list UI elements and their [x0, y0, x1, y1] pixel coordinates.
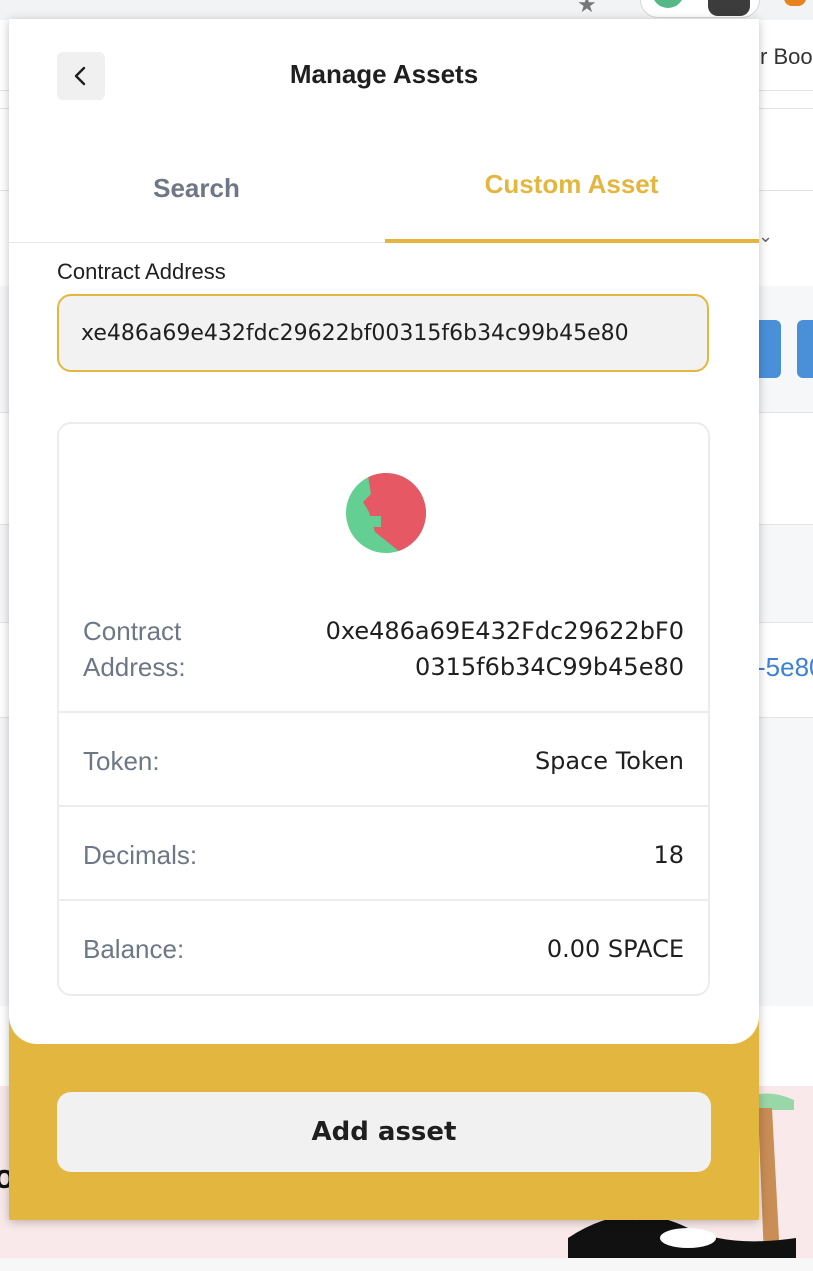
contract-address-row-label: Contract Address: — [83, 613, 186, 685]
row-divider — [59, 899, 708, 901]
row-divider — [59, 711, 708, 713]
add-asset-button[interactable]: Add asset — [57, 1092, 711, 1172]
token-avatar-icon — [346, 473, 426, 553]
contract-address-value: 0xe486a69E432Fdc29622bF0 0315f6b34C99b45… — [326, 613, 684, 685]
tab-custom-asset[interactable]: Custom Asset — [384, 169, 759, 200]
extension-icon-active[interactable] — [708, 0, 750, 16]
bookmark-star-icon[interactable]: ★ — [577, 0, 597, 18]
background-button[interactable] — [797, 320, 813, 378]
tab-search[interactable]: Search — [9, 173, 384, 204]
balance-value: 0.00 SPACE — [546, 935, 684, 963]
token-value: Space Token — [534, 747, 684, 775]
active-tab-indicator — [385, 239, 759, 243]
background-address-link[interactable]: -5e80 — [757, 652, 813, 683]
row-divider — [59, 805, 708, 807]
token-label: Token: — [83, 746, 160, 776]
background-strip — [0, 1258, 813, 1271]
token-details-card: Contract Address: 0xe486a69E432Fdc29622b… — [57, 422, 710, 996]
label-line: Contract — [83, 616, 182, 646]
contract-address-label: Contract Address — [57, 259, 226, 284]
value-line: 0315f6b34C99b45e80 — [415, 653, 684, 681]
popup-panel: Manage Assets Search Custom Asset Contra… — [9, 19, 759, 1044]
decimals-label: Decimals: — [83, 840, 198, 870]
manage-assets-popup: Manage Assets Search Custom Asset Contra… — [9, 19, 759, 1220]
contract-address-input[interactable] — [57, 294, 709, 372]
bookmark-item[interactable]: r Boo — [760, 44, 813, 70]
label-line: Address: — [83, 652, 186, 682]
balance-label: Balance: — [83, 934, 185, 964]
decimals-value: 18 — [653, 841, 684, 869]
page-title: Manage Assets — [289, 59, 479, 89]
value-line: 0xe486a69E432Fdc29622bF0 — [325, 617, 684, 645]
chevron-down-icon[interactable]: ⌄ — [758, 226, 773, 247]
